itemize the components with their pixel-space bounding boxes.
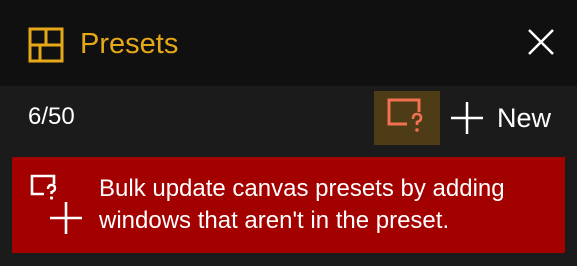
bulk-update-button[interactable] — [374, 91, 440, 145]
bulk-update-banner: Bulk update canvas presets by adding win… — [12, 157, 565, 253]
presets-grid-icon — [28, 27, 64, 63]
new-button-label: New — [497, 103, 552, 133]
canvas-question-icon — [387, 98, 427, 139]
page-title: Presets — [80, 28, 179, 60]
canvas-question-add-icon — [30, 174, 82, 236]
close-icon — [526, 27, 556, 62]
presets-panel: Presets 6/50 New Bulk update canvas pres… — [0, 0, 577, 266]
new-preset-button[interactable]: New — [449, 92, 551, 144]
banner-message: Bulk update canvas presets by adding win… — [99, 175, 505, 234]
preset-count: 6/50 — [28, 103, 75, 130]
panel-header: Presets — [0, 0, 577, 86]
plus-icon — [449, 100, 485, 136]
close-button[interactable] — [521, 24, 561, 64]
